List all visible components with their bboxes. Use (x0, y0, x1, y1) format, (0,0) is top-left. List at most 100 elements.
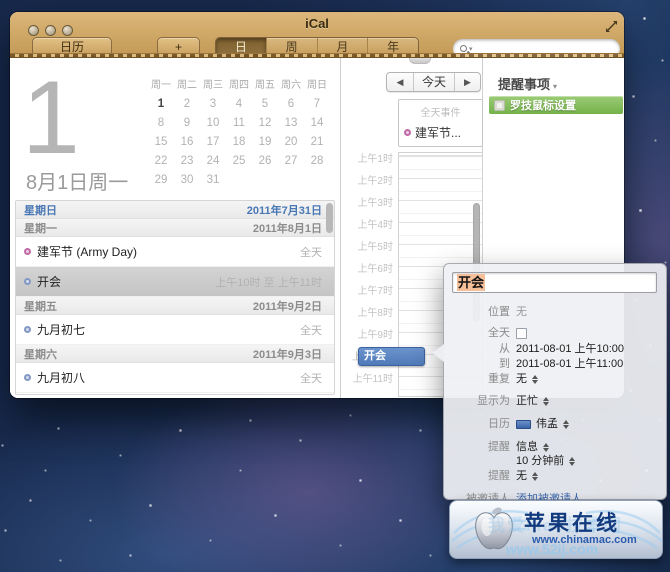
popup-row-value[interactable]: 2011-08-01 上午10:00 (516, 343, 624, 356)
today-button[interactable]: 今天 (413, 73, 454, 91)
event-title-field[interactable]: 开会 (452, 272, 657, 293)
holiday-dot-icon (404, 129, 411, 136)
stepper-icon[interactable] (543, 443, 549, 452)
popup-row-value[interactable]: 正忙 (516, 395, 538, 408)
event-row[interactable]: 开会上午10时 至 上午11时 (16, 267, 334, 297)
day-header-row[interactable]: 星期一2011年8月1日 (16, 219, 334, 237)
toolbar: iCal 日历 + 日周月年 ▾ (10, 12, 624, 58)
all-day-checkbox[interactable] (516, 328, 527, 339)
event-time: 全天 (300, 244, 322, 260)
mini-calendar-day[interactable]: 30 (174, 171, 200, 190)
stepper-icon[interactable] (543, 397, 549, 406)
popup-row-value[interactable]: 伟孟 (536, 418, 558, 431)
reminder-item[interactable]: 罗技鼠标设置 (489, 96, 623, 114)
mini-calendar-day[interactable]: 6 (278, 95, 304, 114)
date-label: 8月1日周一 (26, 166, 128, 195)
mini-calendar-day[interactable]: 12 (252, 114, 278, 133)
stepper-up-icon (569, 457, 575, 461)
mini-calendar-day[interactable]: 22 (148, 152, 174, 171)
mini-calendar-day[interactable]: 23 (174, 152, 200, 171)
mini-calendar-day[interactable]: 19 (252, 133, 278, 152)
chevron-down-icon[interactable]: ▾ (553, 82, 557, 91)
mini-calendar-day[interactable]: 14 (304, 114, 330, 133)
stepper-up-icon (563, 420, 569, 424)
mini-calendar-day[interactable]: 3 (200, 95, 226, 114)
prev-day-button[interactable]: ◀ (387, 73, 413, 91)
mini-calendar-day[interactable]: 13 (278, 114, 304, 133)
mini-calendar-day[interactable]: 29 (148, 171, 174, 190)
popup-row: 日历 伟孟 (444, 418, 666, 431)
stepper-icon[interactable] (532, 472, 538, 481)
stepper-icon[interactable] (563, 420, 569, 429)
stepper-up-icon (532, 375, 538, 379)
popup-row-value[interactable]: 10 分钟前 (516, 455, 564, 468)
search-icon (460, 45, 467, 52)
day-summary-pane: 1 8月1日周一 周一周二周三周四周五周六周日12345678910111213… (10, 58, 340, 398)
weekday-header: 周四 (226, 76, 252, 95)
mini-calendar-day[interactable]: 18 (226, 133, 252, 152)
mini-calendar-day[interactable]: 1 (148, 95, 174, 114)
mini-calendar-day[interactable]: 2 (174, 95, 200, 114)
popup-row-label: 日历 (444, 418, 510, 431)
event-row[interactable]: 九月初八全天 (16, 363, 334, 393)
event-list: 星期日2011年7月31日星期一2011年8月1日建军节 (Army Day)全… (15, 200, 335, 395)
mini-calendar-day[interactable]: 26 (252, 152, 278, 171)
next-day-button[interactable]: ▶ (454, 73, 480, 91)
fullscreen-icon[interactable] (605, 20, 618, 33)
hour-label: 上午9时 (341, 326, 393, 341)
hour-label: 上午2时 (341, 172, 393, 187)
popup-row: 全天 (444, 327, 666, 340)
stepper-icon[interactable] (569, 457, 575, 466)
mini-calendar-day[interactable]: 5 (252, 95, 278, 114)
mini-calendar-day[interactable]: 27 (278, 152, 304, 171)
mini-calendar-empty (278, 171, 304, 190)
mini-calendar-day[interactable]: 16 (174, 133, 200, 152)
event-row[interactable]: 九月初七全天 (16, 315, 334, 345)
mini-calendar-day[interactable]: 28 (304, 152, 330, 171)
mini-calendar-day[interactable]: 17 (200, 133, 226, 152)
stepper-up-icon (543, 443, 549, 447)
popup-row-value[interactable]: 无 (516, 470, 527, 483)
mini-calendar-day[interactable]: 4 (226, 95, 252, 114)
window-title: iCal (10, 16, 624, 31)
popup-row-label: 全天 (444, 327, 510, 340)
meeting-event-tag[interactable]: 开会 (358, 347, 425, 366)
event-title: 九月初八 (37, 369, 300, 386)
day-header-row[interactable]: 星期日2011年7月31日 (16, 201, 334, 219)
event-row[interactable]: 建军节 (Army Day)全天 (16, 237, 334, 267)
mini-calendar-day[interactable]: 31 (200, 171, 226, 190)
event-title: 建军节 (Army Day) (37, 243, 300, 260)
event-detail-rows: 位置无全天从2011-08-01 上午10:00到2011-08-01 上午11… (444, 300, 666, 506)
popup-row-value[interactable]: 2011-08-01 上午11:00 (516, 358, 623, 371)
mini-calendar-day[interactable]: 10 (200, 114, 226, 133)
mini-calendar-day[interactable]: 25 (226, 152, 252, 171)
popup-row-value[interactable]: 无 (516, 373, 527, 386)
all-day-header: 全天事件 (399, 104, 482, 119)
event-list-scrollbar[interactable] (326, 203, 333, 233)
weekday-label: 星期日 (24, 202, 57, 218)
mini-calendar-day[interactable]: 20 (278, 133, 304, 152)
stepper-up-icon (543, 397, 549, 401)
mini-calendar-day[interactable]: 24 (200, 152, 226, 171)
all-day-events-box[interactable]: 全天事件 建军节... (398, 99, 483, 147)
hour-label: 上午6时 (341, 260, 393, 275)
day-header-row[interactable]: 星期五2011年9月2日 (16, 297, 334, 315)
popup-row: 到2011-08-01 上午11:00 (444, 358, 666, 371)
popup-row-value[interactable]: 无 (516, 306, 527, 319)
popup-row-value[interactable]: 信息 (516, 441, 538, 454)
event-dot-icon (24, 248, 31, 255)
mini-calendar-day[interactable]: 11 (226, 114, 252, 133)
mini-calendar-day[interactable]: 9 (174, 114, 200, 133)
event-title: 开会 (37, 273, 215, 290)
mini-calendar-day[interactable]: 15 (148, 133, 174, 152)
all-day-event-title[interactable]: 建军节... (415, 124, 461, 141)
stepper-icon[interactable] (532, 375, 538, 384)
mini-calendar-day[interactable]: 7 (304, 95, 330, 114)
day-header-row[interactable]: 星期六2011年9月3日 (16, 345, 334, 363)
calendar-color-swatch (516, 420, 531, 429)
watermark-title: 苹果在线 (524, 507, 620, 537)
mini-calendar-day[interactable]: 8 (148, 114, 174, 133)
mini-calendar-day[interactable]: 21 (304, 133, 330, 152)
mini-calendar-empty (226, 171, 252, 190)
stepper-down-icon (543, 448, 549, 452)
